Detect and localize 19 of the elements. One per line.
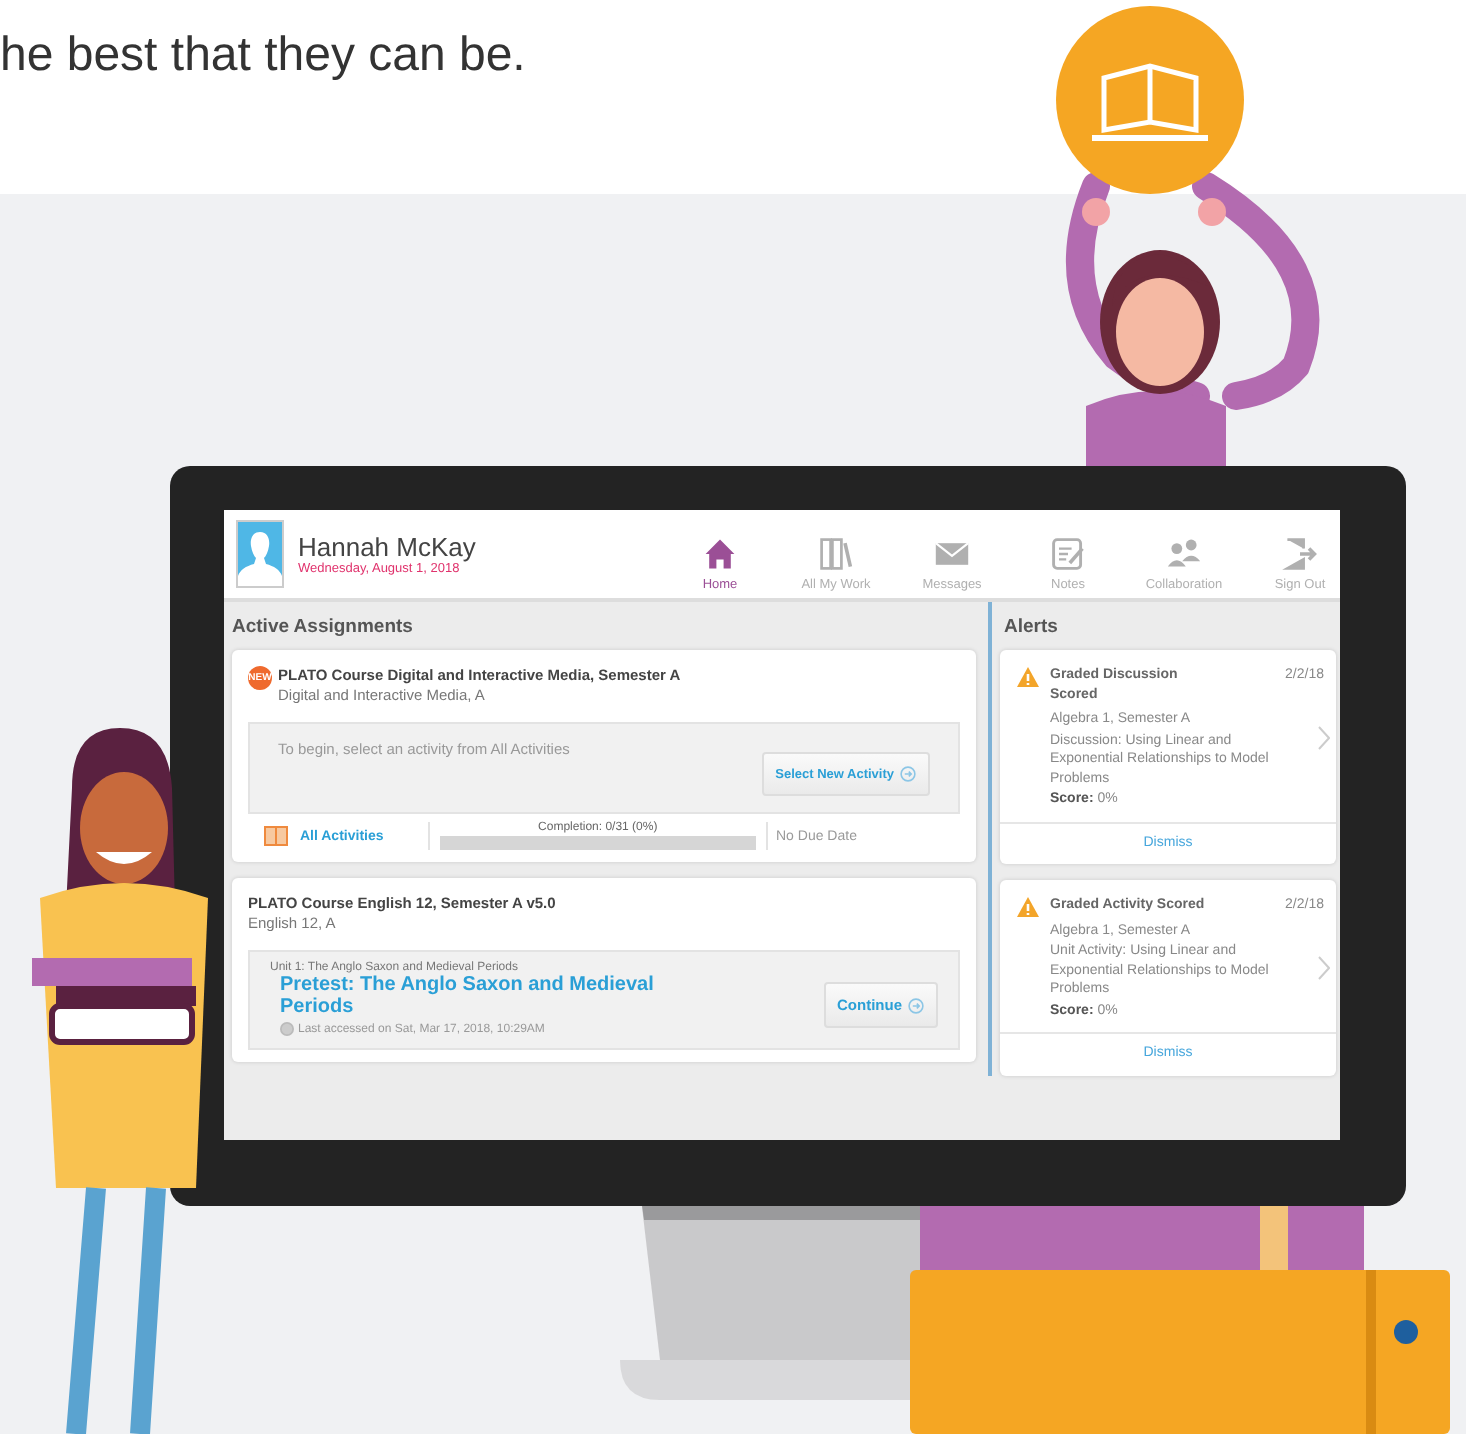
section-title: Alerts xyxy=(1002,616,1060,642)
user-name: Hannah McKay xyxy=(298,533,478,561)
warning-icon xyxy=(1016,666,1040,688)
people-icon xyxy=(1166,535,1202,571)
clock-icon xyxy=(280,1022,294,1036)
headline: he best that they can be. xyxy=(0,28,526,84)
notepad-icon xyxy=(1050,535,1086,571)
chevron-right-icon xyxy=(1318,726,1330,750)
arrow-circle-icon xyxy=(908,997,924,1013)
books-icon xyxy=(818,535,854,571)
home-icon xyxy=(702,535,738,571)
door-exit-icon xyxy=(1282,535,1318,571)
book-icon xyxy=(264,826,288,846)
activity-link[interactable]: Pretest: The Anglo Saxon and Medieval Periods xyxy=(280,974,720,1018)
chevron-right-icon xyxy=(1318,956,1330,980)
avatar-silhouette-icon xyxy=(236,520,284,588)
section-title: Active Assignments xyxy=(230,616,415,642)
arrow-circle-icon xyxy=(900,766,916,782)
warning-icon xyxy=(1016,896,1040,918)
